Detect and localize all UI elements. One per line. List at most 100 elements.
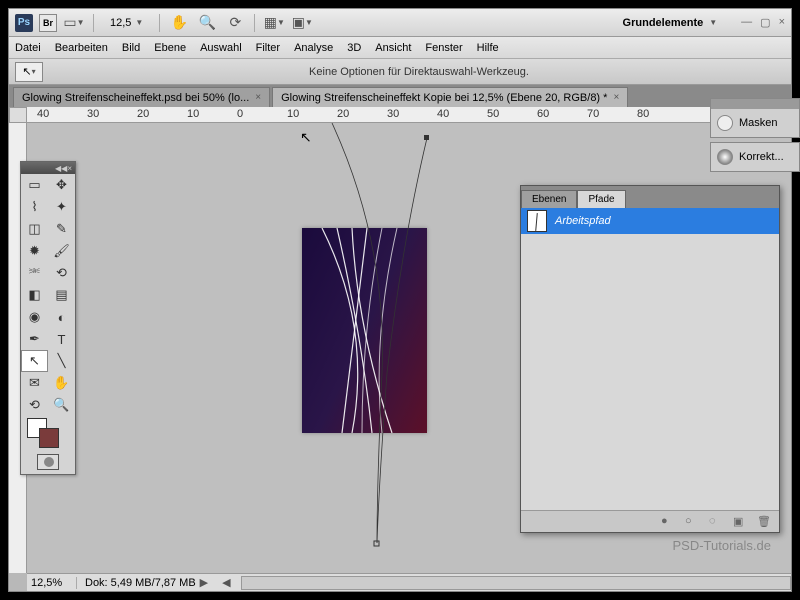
stroke-path-icon[interactable]: ○ <box>685 515 699 529</box>
scroll-left-icon[interactable]: ◀ <box>222 576 230 589</box>
dock-label: Korrekt... <box>739 151 784 163</box>
photoshop-icon: Ps <box>15 14 33 32</box>
menubar: Datei Bearbeiten Bild Ebene Auswahl Filt… <box>9 37 791 59</box>
quickmask-icon[interactable] <box>37 454 59 470</box>
close-icon[interactable]: × <box>67 164 72 173</box>
chevron-down-icon: ▼ <box>709 18 717 27</box>
status-zoom[interactable]: 12,5% <box>27 577 77 589</box>
lasso-tool[interactable]: ⌇ <box>21 196 48 218</box>
pen-tool[interactable]: ✒ <box>21 328 48 350</box>
new-path-icon[interactable]: ▣ <box>733 515 747 529</box>
menu-datei[interactable]: Datei <box>15 42 41 54</box>
type-tool[interactable]: T <box>48 328 75 350</box>
menu-analyse[interactable]: Analyse <box>294 42 333 54</box>
history-brush-tool[interactable]: ⟲ <box>48 262 75 284</box>
chevron-down-icon: ▼ <box>135 18 143 27</box>
scrollbar-horizontal[interactable] <box>241 576 791 590</box>
options-text: Keine Optionen für Direktauswahl-Werkzeu… <box>53 66 785 78</box>
ruler-origin[interactable] <box>9 107 27 123</box>
document-tabs: Glowing Streifenscheineffekt.psd bei 50%… <box>9 85 791 107</box>
tab-title: Glowing Streifenscheineffekt Kopie bei 1… <box>281 92 607 104</box>
arrange-dropdown-icon[interactable]: ▦▼ <box>263 14 285 32</box>
bridge-icon[interactable]: Br <box>39 14 57 32</box>
dodge-tool[interactable]: ◐ <box>48 306 75 328</box>
watermark: PSD-Tutorials.de <box>673 538 772 553</box>
healing-tool[interactable]: ✹ <box>21 240 48 262</box>
fill-path-icon[interactable]: ● <box>661 515 675 529</box>
menu-ebene[interactable]: Ebene <box>154 42 186 54</box>
zoom-value: 12,5 <box>110 17 131 29</box>
rotate-view-icon[interactable]: ⟳ <box>224 14 246 32</box>
blur-tool[interactable]: ◉ <box>21 306 48 328</box>
3d-rotate-tool[interactable]: ⟲ <box>21 394 48 416</box>
maximize-icon[interactable]: ▢ <box>760 16 770 29</box>
close-tab-icon[interactable]: × <box>255 92 261 103</box>
selection-from-path-icon[interactable]: ◌ <box>709 515 723 529</box>
zoom-tool-icon[interactable]: 🔍 <box>196 14 218 32</box>
status-doc-size[interactable]: Dok: 5,49 MB/7,87 MB ▶ <box>77 576 216 589</box>
mask-icon <box>717 115 733 131</box>
hand-tool-icon[interactable]: ✋ <box>168 14 190 32</box>
background-color[interactable] <box>39 428 59 448</box>
chevron-right-icon: ▶ <box>200 576 208 589</box>
minimize-icon[interactable]: — <box>741 16 752 29</box>
menu-fenster[interactable]: Fenster <box>425 42 462 54</box>
delete-path-icon[interactable]: 🗑 <box>757 515 771 529</box>
paths-panel[interactable]: Ebenen Pfade Arbeitspfad ● ○ ◌ ▣ 🗑 <box>520 185 780 533</box>
options-bar: ↖▾ Keine Optionen für Direktauswahl-Werk… <box>9 59 791 85</box>
layout-dropdown-icon[interactable]: ▭▼ <box>63 14 85 32</box>
stamp-tool[interactable]: ⎃ <box>21 262 48 284</box>
tab-pfade[interactable]: Pfade <box>577 190 625 208</box>
workspace-label: Grundelemente <box>623 17 704 29</box>
current-tool-indicator[interactable]: ↖▾ <box>15 62 43 82</box>
close-icon[interactable]: × <box>779 16 785 29</box>
tab-title: Glowing Streifenscheineffekt.psd bei 50%… <box>22 92 249 104</box>
path-item[interactable]: Arbeitspfad <box>521 208 779 234</box>
dock-panel-masken[interactable]: Masken <box>710 98 800 138</box>
menu-bearbeiten[interactable]: Bearbeiten <box>55 42 108 54</box>
artboard <box>302 228 427 433</box>
zoom-dropdown[interactable]: 12,5 ▼ <box>102 14 151 32</box>
brush-tool[interactable]: 🖌 <box>48 240 75 262</box>
right-dock: Masken Korrekt... <box>710 98 800 176</box>
notes-tool[interactable]: ✉ <box>21 372 48 394</box>
marquee-tool[interactable]: ▭ <box>21 174 48 196</box>
document-tab[interactable]: Glowing Streifenscheineffekt.psd bei 50%… <box>13 87 270 107</box>
eraser-tool[interactable]: ◧ <box>21 284 48 306</box>
magic-wand-tool[interactable]: ✦ <box>48 196 75 218</box>
menu-auswahl[interactable]: Auswahl <box>200 42 242 54</box>
menu-3d[interactable]: 3D <box>347 42 361 54</box>
artwork-glow-lines <box>302 228 427 433</box>
adjustments-icon <box>717 149 733 165</box>
dock-label: Masken <box>739 117 778 129</box>
workspace-dropdown[interactable]: Grundelemente ▼ <box>615 17 726 29</box>
path-name: Arbeitspfad <box>555 215 611 227</box>
panel-header[interactable]: ◀◀ × <box>21 162 75 174</box>
zoom-tool[interactable]: 🔍 <box>48 394 75 416</box>
path-thumbnail <box>527 210 547 232</box>
toolbox[interactable]: ◀◀ × ▭ ✥ ⌇ ✦ ◫ ✎ ✹ 🖌 ⎃ ⟲ ◧ ▤ ◉ ◐ ✒ T ↖ ╲… <box>20 161 76 475</box>
menu-ansicht[interactable]: Ansicht <box>375 42 411 54</box>
screenmode-dropdown-icon[interactable]: ▣▼ <box>291 14 313 32</box>
gradient-tool[interactable]: ▤ <box>48 284 75 306</box>
eyedropper-tool[interactable]: ✎ <box>48 218 75 240</box>
collapse-icon[interactable]: ◀◀ <box>55 164 67 173</box>
document-tab[interactable]: Glowing Streifenscheineffekt Kopie bei 1… <box>272 87 628 107</box>
menu-hilfe[interactable]: Hilfe <box>477 42 499 54</box>
direct-selection-tool[interactable]: ↖ <box>21 350 48 372</box>
paths-list[interactable]: Arbeitspfad <box>521 208 779 510</box>
hand-tool[interactable]: ✋ <box>48 372 75 394</box>
color-swatches[interactable] <box>21 416 75 450</box>
crop-tool[interactable]: ◫ <box>21 218 48 240</box>
menu-filter[interactable]: Filter <box>256 42 280 54</box>
line-tool[interactable]: ╲ <box>48 350 75 372</box>
dock-panel-korrekturen[interactable]: Korrekt... <box>710 142 800 172</box>
menu-bild[interactable]: Bild <box>122 42 140 54</box>
panel-footer: ● ○ ◌ ▣ 🗑 <box>521 510 779 532</box>
panel-tabs: Ebenen Pfade <box>521 186 779 208</box>
move-tool[interactable]: ✥ <box>48 174 75 196</box>
status-bar: 12,5% Dok: 5,49 MB/7,87 MB ▶ ◀ <box>27 573 791 591</box>
ruler-horizontal[interactable]: 40 30 20 10 0 10 20 30 40 50 60 70 80 <box>27 107 791 123</box>
close-tab-icon[interactable]: × <box>613 92 619 103</box>
tab-ebenen[interactable]: Ebenen <box>521 190 577 208</box>
